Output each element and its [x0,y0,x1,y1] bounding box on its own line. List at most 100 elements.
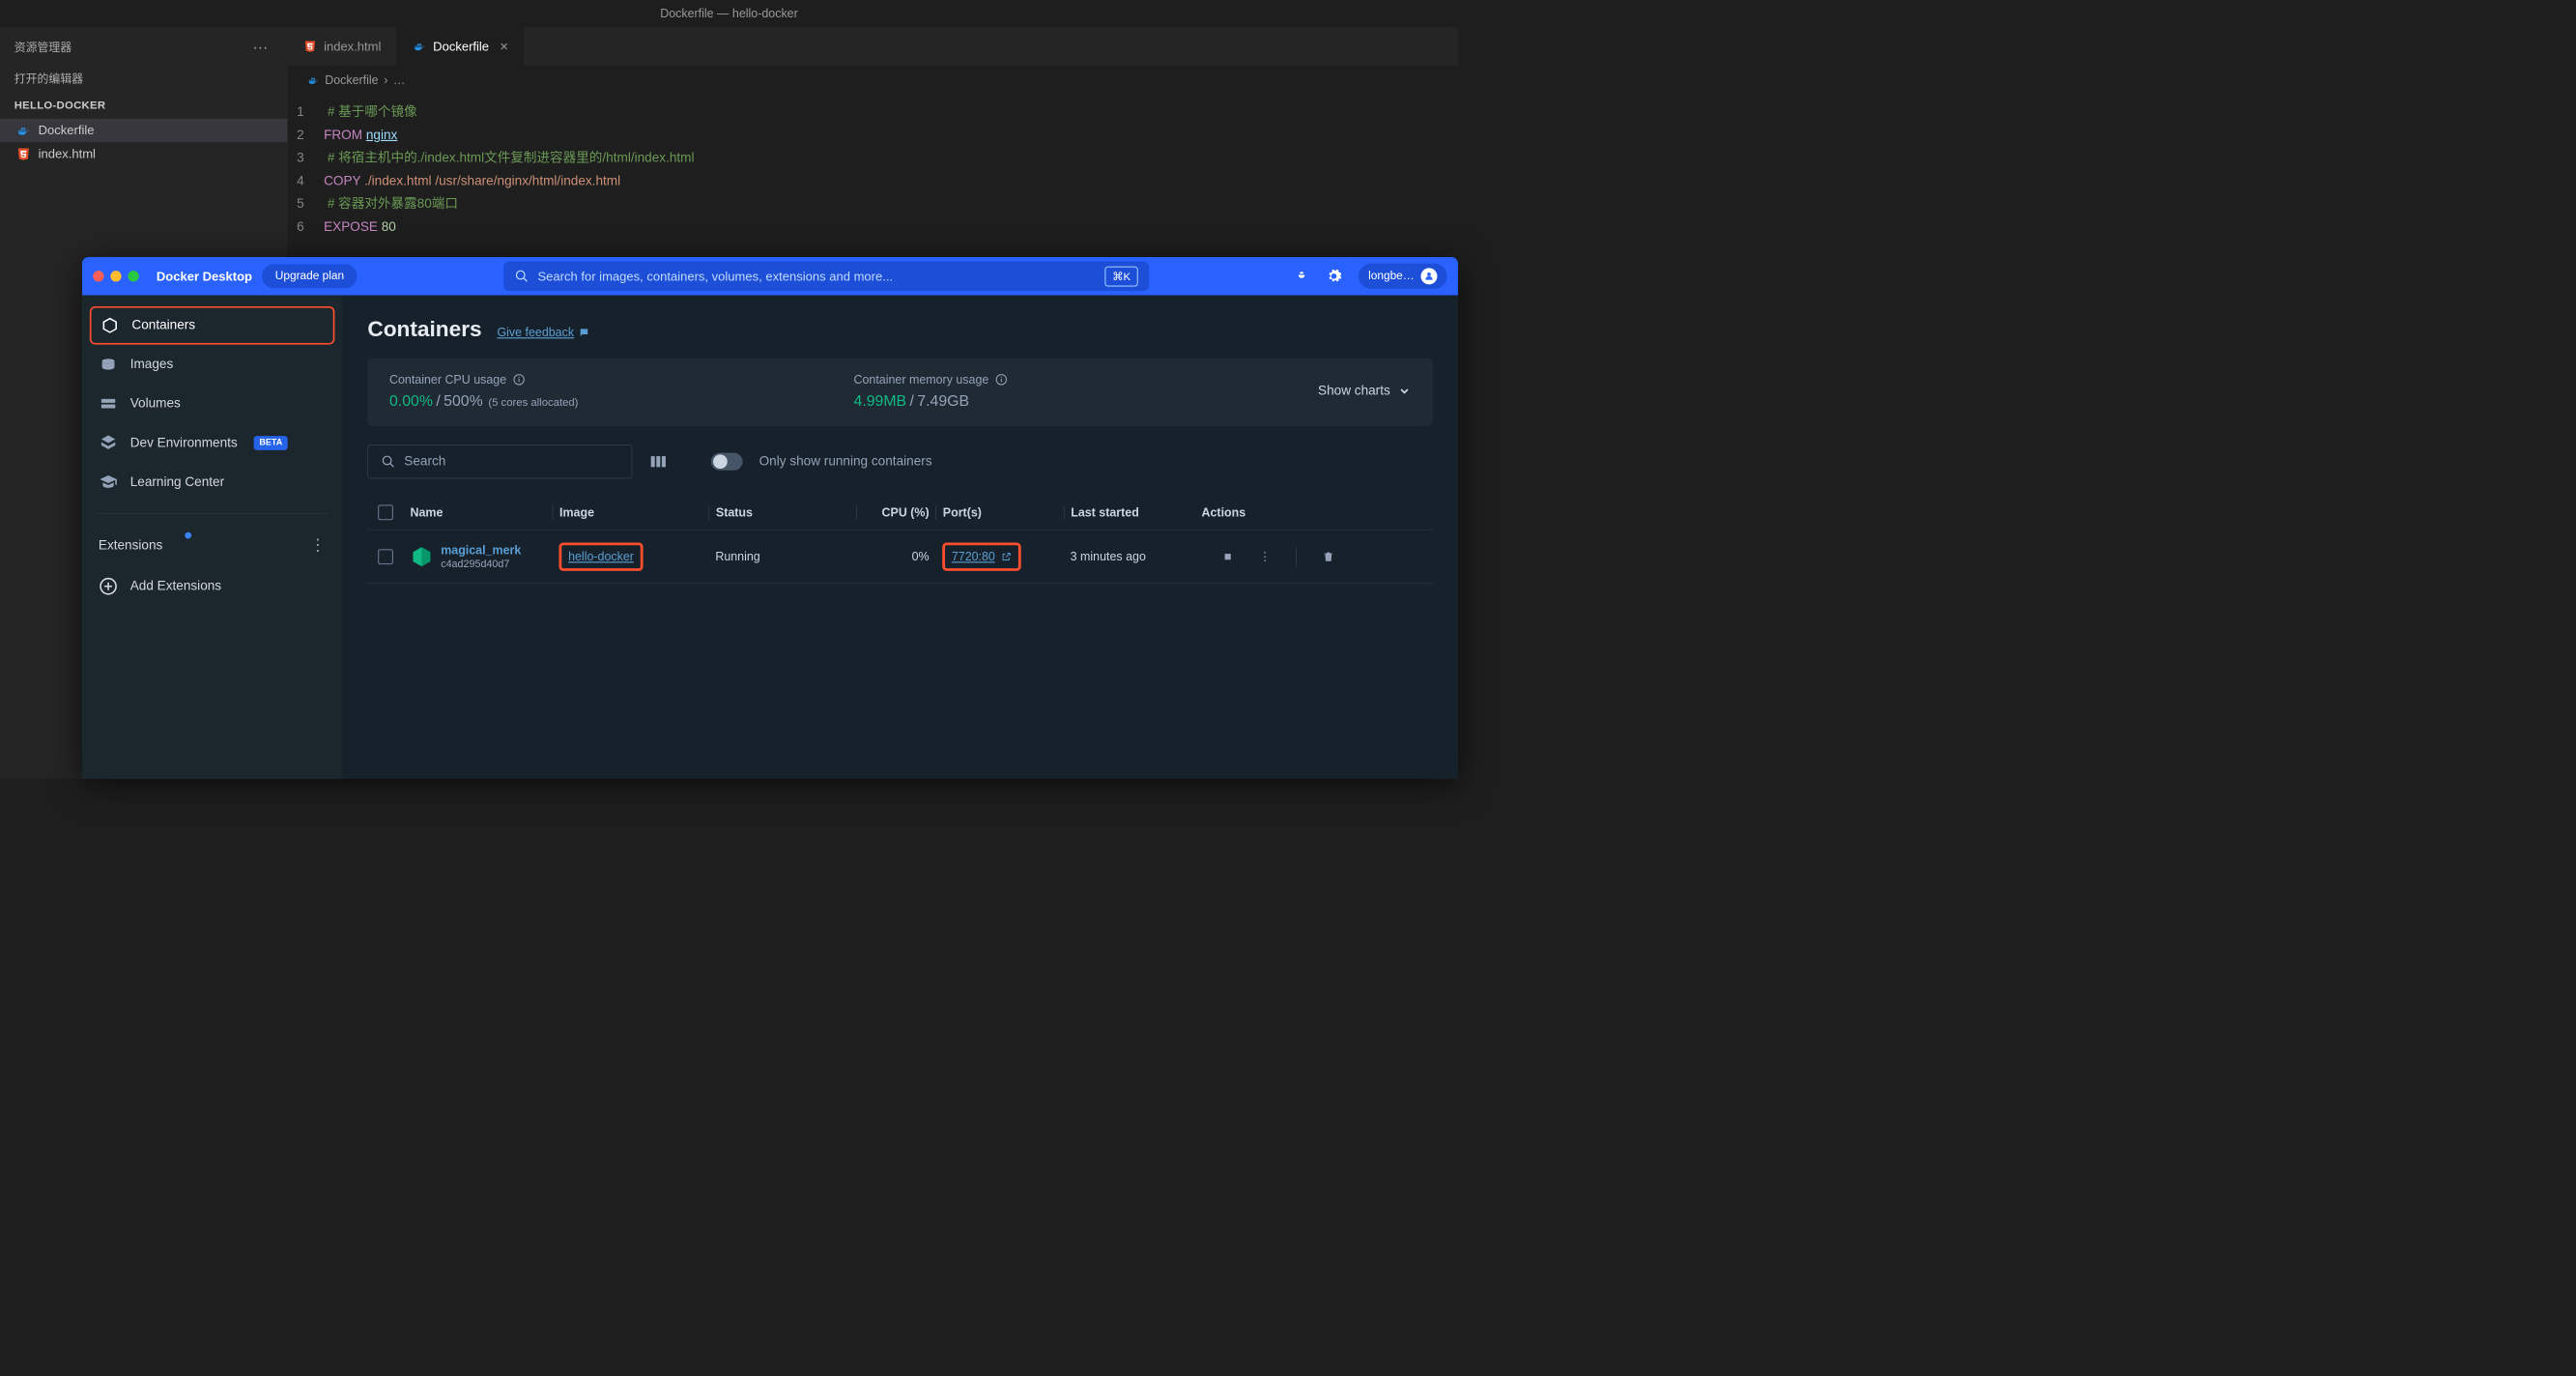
docker-main: Containers Give feedback Container CPU u… [342,296,1458,779]
explorer-label: 资源管理器 [14,39,72,55]
learning-icon [99,473,118,492]
beta-badge: BETA [254,436,288,450]
tab-label: Dockerfile [433,39,489,53]
toggle-knob-icon [713,454,728,469]
more-icon[interactable]: ⋮ [309,535,326,555]
global-search[interactable]: Search for images, containers, volumes, … [503,262,1149,292]
info-icon[interactable] [995,374,1007,386]
highlight-annotation: hello-docker [558,542,643,570]
container-name-link[interactable]: magical_merk [441,543,521,558]
breadcrumb[interactable]: Dockerfile › … [288,66,1458,96]
col-image[interactable]: Image [553,505,709,520]
col-last[interactable]: Last started [1064,505,1195,520]
mem-total: 7.49GB [917,392,969,410]
running-only-toggle[interactable] [711,453,743,471]
sidebar-item-label: Containers [131,318,195,333]
username: longbe… [1368,270,1415,283]
row-checkbox[interactable] [378,549,393,564]
extensions-label: Extensions [99,537,162,553]
columns-icon[interactable] [648,452,667,471]
minimize-icon[interactable] [110,271,121,281]
sidebar-item-learning[interactable]: Learning Center [82,463,342,502]
docker-titlebar: Docker Desktop Upgrade plan Search for i… [82,257,1458,296]
docker-icon [307,74,319,86]
select-all-checkbox[interactable] [378,504,393,520]
sidebar-item-label: Dev Environments [130,436,238,451]
editor-tabs: index.html Dockerfile × [288,27,1458,66]
cpu-total: 500% [444,392,483,410]
tab-dockerfile[interactable]: Dockerfile × [397,27,525,66]
cpu-used: 0.00% [389,392,433,410]
port-link[interactable]: 7720:80 [952,550,1012,564]
mem-usage-label: Container memory usage [854,372,989,387]
code-editor[interactable]: 1 # 基于哪个镜像 2FROM nginx 3 # 将宿主机中的./index… [288,95,1458,244]
bug-icon[interactable] [1294,269,1309,284]
sidebar-more-button[interactable]: ··· [247,39,273,56]
highlight-annotation: 7720:80 [942,542,1020,570]
delete-button[interactable] [1322,550,1335,563]
project-name-label[interactable]: HELLO-DOCKER [0,93,288,119]
search-placeholder: Search for images, containers, volumes, … [538,269,894,283]
tab-index-html[interactable]: index.html [288,27,397,66]
show-charts-button[interactable]: Show charts [1318,384,1411,399]
close-icon[interactable] [93,271,103,281]
html-icon [16,147,31,161]
close-icon[interactable]: × [500,38,508,55]
file-item-index[interactable]: index.html [0,142,288,165]
line-number: 1 [288,100,324,124]
avatar-icon [1420,268,1437,284]
container-id: c4ad295d40d7 [441,559,521,570]
mem-used: 4.99MB [854,392,907,410]
docker-desktop-window: Docker Desktop Upgrade plan Search for i… [82,257,1458,779]
image-link[interactable]: hello-docker [568,550,634,563]
col-cpu[interactable]: CPU (%) [856,505,935,520]
table-row[interactable]: magical_merk c4ad295d40d7 hello-docker R… [367,530,1433,584]
col-name[interactable]: Name [404,505,553,520]
sidebar-item-dev-env[interactable]: Dev Environments BETA [82,423,342,463]
tab-label: index.html [324,39,381,53]
file-label: Dockerfile [39,123,95,137]
col-status[interactable]: Status [709,505,857,520]
add-extensions-label: Add Extensions [130,579,221,594]
col-ports[interactable]: Port(s) [935,505,1063,520]
maximize-icon[interactable] [128,271,138,281]
stop-button[interactable] [1221,551,1233,562]
plus-circle-icon [99,577,118,596]
sidebar-extensions-header[interactable]: Extensions ⋮ [82,525,342,565]
search-placeholder: Search [404,454,445,470]
sidebar-item-volumes[interactable]: Volumes [82,384,342,423]
sidebar-item-images[interactable]: Images [82,345,342,385]
docker-sidebar: Containers Images Volumes Dev Environmen… [82,296,342,779]
search-icon [382,454,396,469]
upgrade-plan-button[interactable]: Upgrade plan [262,264,358,288]
sidebar-item-label: Images [130,357,174,372]
usage-panel: Container CPU usage 0.00% / 500% (5 core… [367,358,1433,426]
file-item-dockerfile[interactable]: Dockerfile [0,119,288,142]
sidebar-item-label: Volumes [130,396,181,412]
containers-icon [100,316,120,335]
gear-icon[interactable] [1326,268,1342,284]
open-editors-label[interactable]: 打开的编辑器 [0,64,288,94]
app-title: Docker Desktop [157,269,252,283]
containers-table: Name Image Status CPU (%) Port(s) Last s… [367,495,1433,584]
images-icon [99,355,118,374]
window-traffic-lights[interactable] [93,271,139,281]
line-number: 4 [288,169,324,192]
volumes-icon [99,394,118,414]
add-extensions-button[interactable]: Add Extensions [82,565,342,607]
status-value: Running [709,550,857,564]
sidebar-item-containers[interactable]: Containers [90,306,335,345]
line-number: 6 [288,215,324,239]
line-number: 3 [288,147,324,170]
container-icon [411,545,434,568]
search-icon [515,269,530,283]
toggle-label: Only show running containers [759,454,932,470]
divider [95,513,329,514]
col-actions: Actions [1195,505,1342,520]
user-menu[interactable]: longbe… [1359,264,1447,289]
more-icon[interactable]: ⋮ [1259,550,1271,564]
cpu-note: (5 cores allocated) [488,396,578,409]
containers-search-input[interactable]: Search [367,444,632,478]
info-icon[interactable] [513,374,525,386]
give-feedback-link[interactable]: Give feedback [497,326,588,340]
